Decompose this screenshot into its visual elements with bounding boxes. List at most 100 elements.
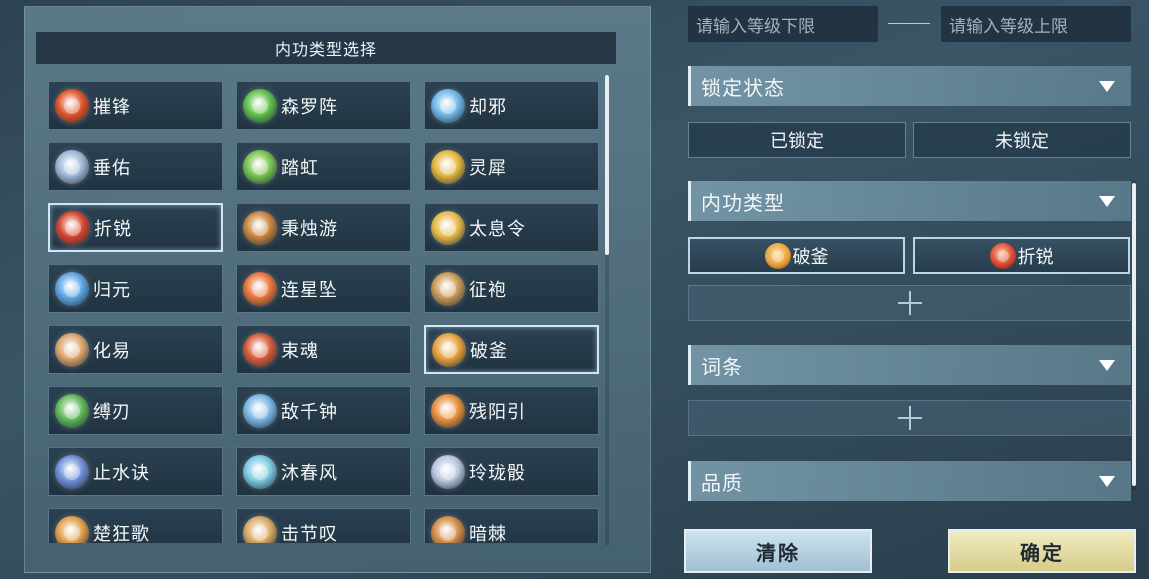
type-cell-label: 残阳引 xyxy=(469,401,526,423)
type-cell[interactable]: 征袍 xyxy=(424,264,599,313)
type-cell-label: 敌千钟 xyxy=(281,401,338,423)
unlocked-button[interactable]: 未锁定 xyxy=(913,122,1131,158)
type-cell[interactable]: 敌千钟 xyxy=(236,386,411,435)
type-cell-label: 玲珑骰 xyxy=(469,462,526,484)
type-cell-label: 击节叹 xyxy=(281,523,338,544)
quality-header[interactable]: 品质 xyxy=(688,461,1131,501)
pofu-icon xyxy=(764,242,791,269)
skill-icon xyxy=(431,88,465,123)
type-cell[interactable]: 击节叹 xyxy=(236,508,411,543)
type-cell[interactable]: 连星坠 xyxy=(236,264,411,313)
triangle-down-icon xyxy=(1099,360,1115,371)
triangle-down-icon xyxy=(1099,476,1115,487)
skill-icon xyxy=(431,454,465,489)
type-cell[interactable]: 残阳引 xyxy=(424,386,599,435)
type-cell[interactable]: 沐春风 xyxy=(236,447,411,496)
type-cell[interactable]: 折锐 xyxy=(48,203,223,252)
type-cell-label: 止水诀 xyxy=(93,462,150,484)
plus-icon xyxy=(897,291,922,315)
type-cell[interactable]: 破釜 xyxy=(424,325,599,374)
type-cell-label: 化易 xyxy=(93,340,131,362)
level-range-dash xyxy=(888,23,930,24)
locked-button[interactable]: 已锁定 xyxy=(688,122,906,158)
skill-icon xyxy=(243,271,277,306)
type-cell[interactable]: 缚刃 xyxy=(48,386,223,435)
skill-icon xyxy=(431,271,465,306)
add-type-button[interactable] xyxy=(688,285,1131,321)
type-cell-label: 束魂 xyxy=(281,340,319,362)
skill-icon xyxy=(55,454,89,489)
type-grid-scroll-area[interactable]: 摧锋 森罗阵 却邪垂佑 踏虹 灵犀折锐 秉烛游 太息令归元 连星坠 征袍化易 束魂 破釜缚刃 敌千钟 残… xyxy=(48,81,603,543)
type-cell[interactable]: 灵犀 xyxy=(424,142,599,191)
lock-status-header[interactable]: 锁定状态 xyxy=(688,66,1131,106)
skill-icon xyxy=(55,393,89,428)
type-cell[interactable]: 暗棘 xyxy=(424,508,599,543)
type-cell[interactable]: 束魂 xyxy=(236,325,411,374)
type-cell-label: 垂佑 xyxy=(93,157,131,179)
skill-icon xyxy=(55,332,89,367)
skill-icon xyxy=(243,210,277,245)
type-cell[interactable]: 踏虹 xyxy=(236,142,411,191)
skill-icon xyxy=(243,149,277,184)
type-cell[interactable]: 森罗阵 xyxy=(236,81,411,130)
type-cell[interactable]: 垂佑 xyxy=(48,142,223,191)
skill-icon xyxy=(431,393,465,428)
skill-icon xyxy=(243,515,277,543)
type-cell[interactable]: 玲珑骰 xyxy=(424,447,599,496)
skill-icon xyxy=(55,149,89,184)
type-cell[interactable]: 秉烛游 xyxy=(236,203,411,252)
type-cell[interactable]: 止水诀 xyxy=(48,447,223,496)
type-chip-pofu[interactable]: 破釜 xyxy=(688,237,905,274)
skill-icon xyxy=(243,454,277,489)
skill-icon xyxy=(431,210,465,245)
skill-icon xyxy=(243,393,277,428)
triangle-down-icon xyxy=(1099,81,1115,92)
type-cell-label: 破釜 xyxy=(470,340,508,362)
affix-title: 词条 xyxy=(701,354,743,379)
skill-icon xyxy=(243,88,277,123)
skill-icon xyxy=(432,332,466,367)
type-cell[interactable]: 却邪 xyxy=(424,81,599,130)
type-filter-header[interactable]: 内功类型 xyxy=(688,181,1131,221)
skill-icon xyxy=(55,88,89,123)
level-upper-input[interactable]: 请输入等级上限 xyxy=(941,6,1131,42)
panel-title: 内功类型选择 xyxy=(36,32,616,64)
type-cell-label: 楚狂歌 xyxy=(93,523,150,544)
type-cell-label: 摧锋 xyxy=(93,96,131,118)
grid-scrollbar-thumb[interactable] xyxy=(605,75,609,255)
type-cell[interactable]: 化易 xyxy=(48,325,223,374)
skill-icon xyxy=(243,332,277,367)
type-selection-panel: 内功类型选择 摧锋 森罗阵 却邪垂佑 踏虹 灵犀折锐 秉烛游 太息令归元 连星坠 征袍化易 束魂 破… xyxy=(24,6,651,573)
lock-status-title: 锁定状态 xyxy=(701,75,785,100)
type-cell-label: 秉烛游 xyxy=(281,218,338,240)
type-cell-label: 太息令 xyxy=(469,218,526,240)
type-cell-label: 却邪 xyxy=(469,96,507,118)
filter-scrollbar-thumb[interactable] xyxy=(1132,183,1136,486)
level-lower-input[interactable]: 请输入等级下限 xyxy=(688,6,878,42)
type-cell[interactable]: 归元 xyxy=(48,264,223,313)
type-cell-label: 连星坠 xyxy=(281,279,338,301)
clear-button[interactable]: 清除 xyxy=(684,529,872,573)
type-cell[interactable]: 太息令 xyxy=(424,203,599,252)
type-cell-label: 暗棘 xyxy=(469,523,507,544)
type-chip-label: 折锐 xyxy=(1017,246,1054,268)
type-cell[interactable]: 楚狂歌 xyxy=(48,508,223,543)
skill-icon xyxy=(55,515,89,543)
type-cell-label: 踏虹 xyxy=(281,157,319,179)
plus-icon xyxy=(897,406,922,430)
filter-panel: 请输入等级下限 请输入等级上限 锁定状态 已锁定 未锁定 内功类型 破釜 折锐 … xyxy=(666,0,1149,579)
skill-icon xyxy=(431,149,465,184)
type-cell-label: 森罗阵 xyxy=(281,96,338,118)
type-cell-label: 征袍 xyxy=(469,279,507,301)
triangle-down-icon xyxy=(1099,196,1115,207)
level-upper-placeholder: 请输入等级上限 xyxy=(949,16,1068,37)
type-chip-zherui[interactable]: 折锐 xyxy=(913,237,1130,274)
zherui-icon xyxy=(989,242,1016,269)
affix-header[interactable]: 词条 xyxy=(688,345,1131,385)
type-cell-label: 沐春风 xyxy=(281,462,338,484)
skill-icon xyxy=(56,210,90,245)
type-grid: 摧锋 森罗阵 却邪垂佑 踏虹 灵犀折锐 秉烛游 太息令归元 连星坠 征袍化易 束魂 破釜缚刃 敌千钟 残… xyxy=(48,81,603,543)
type-cell[interactable]: 摧锋 xyxy=(48,81,223,130)
add-affix-button[interactable] xyxy=(688,400,1131,436)
confirm-button[interactable]: 确定 xyxy=(948,529,1136,573)
